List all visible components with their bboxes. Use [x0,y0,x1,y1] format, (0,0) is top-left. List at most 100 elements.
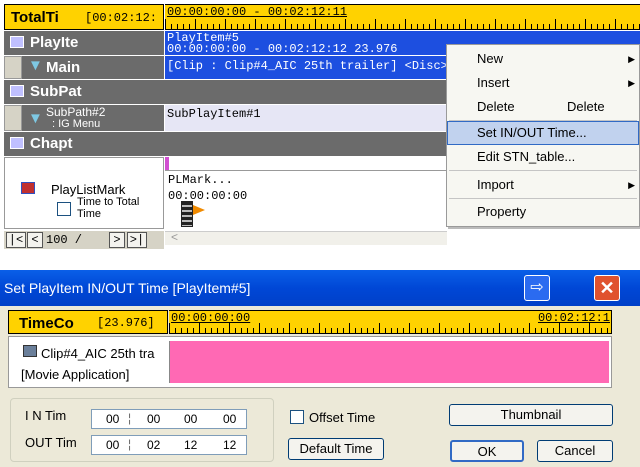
next-page-button[interactable]: > [109,232,125,248]
menu-label: Insert [477,75,510,90]
ruler-tick [603,24,604,29]
ruler-tick [303,24,304,29]
menu-item-new[interactable]: New ▶ [447,47,639,71]
ruler-tick [577,328,578,333]
ruler-tick [165,19,166,29]
ruler-tick [301,328,302,333]
ruler-tick [511,328,512,333]
menu-label: Set IN/OUT Time... [477,125,587,140]
ruler-tick [505,328,506,333]
ruler-tick [195,19,196,29]
ruler-tick [393,24,394,29]
ruler-tick [433,328,434,333]
prev-page-button[interactable]: < [27,232,43,248]
out-seconds[interactable]: 12 [184,438,197,452]
ruler-tick [367,328,368,333]
cancel-button[interactable]: Cancel [537,440,613,462]
mark-area[interactable]: PLMark... 00:00:00:00 [165,170,447,229]
menu-item-delete[interactable]: Delete Delete [447,95,639,119]
ok-button[interactable]: OK [450,440,524,462]
playlistmark-icon [21,182,35,194]
ruler-tick [487,328,488,333]
menu-separator [449,170,637,171]
ruler-tick [483,24,484,29]
ruler-tick [561,24,562,29]
in-frames[interactable]: 00 [223,412,236,426]
ruler-tick [417,24,418,29]
ruler-tick [379,323,380,333]
in-hours[interactable]: 00 [106,412,119,426]
timeline-ruler[interactable]: 00:00:00:00 - 00:02:12:11 [165,4,640,30]
ruler-tick [249,24,250,29]
ruler-tick [373,328,374,333]
out-time-field[interactable]: 00 ¦ 02 12 12 [91,435,247,455]
ruler-ticks [169,323,612,333]
track-header-playitem[interactable]: PlayIte [4,31,164,55]
menu-separator [449,198,637,199]
ruler-tick [333,24,334,29]
menu-item-property[interactable]: Property [447,200,639,224]
scroll-left-arrow[interactable]: < [171,230,178,244]
ruler-tick [297,24,298,29]
ruler-tick [519,24,520,29]
track-label: PlayIte [30,34,79,51]
ruler-tick [397,328,398,333]
time-to-total-checkbox[interactable] [57,202,71,216]
ruler-tick [265,328,266,333]
ruler-tick [423,24,424,29]
expand-icon[interactable] [10,85,24,97]
ruler-tick [213,24,214,29]
ruler-tick [289,323,290,333]
restore-window-icon[interactable]: ⇨ [524,275,550,301]
dialog-ruler[interactable]: 00:00:00:00 00:02:12:1 [169,310,612,334]
ruler-tick [247,328,248,333]
in-time-field[interactable]: 00 ¦ 00 00 00 [91,409,247,429]
thumbnail-button[interactable]: Thumbnail [449,404,613,426]
in-minutes[interactable]: 00 [147,412,160,426]
playitem-range: 00:00:00:00 - 00:02:12:12 23.976 [167,42,398,56]
triangle-down-icon: ▼ [28,57,43,74]
ruler-tick [465,19,466,29]
mark-cursor [165,157,169,171]
track-header-main[interactable]: ▼ Main [22,56,164,79]
ruler-tick [447,24,448,29]
menu-item-import[interactable]: Import ▶ [447,173,639,197]
offset-time-checkbox[interactable] [290,410,304,424]
last-page-button[interactable]: >| [127,232,147,248]
ruler-tick [439,323,440,333]
ruler-tick [343,328,344,333]
ruler-tick [255,19,256,29]
flag-icon [193,205,205,215]
film-strip-icon[interactable] [181,201,193,227]
ruler-tick [457,328,458,333]
ruler-tick [381,24,382,29]
horizontal-scrollbar[interactable]: < [165,230,447,245]
ruler-tick [369,24,370,29]
clip-icon [23,345,37,357]
menu-item-edit-stn-table[interactable]: Edit STN_table... [447,145,639,169]
ruler-tick [499,323,500,333]
ruler-tick [307,328,308,333]
field-divider: ¦ [128,437,132,451]
ruler-tick [591,24,592,29]
menu-item-set-in-out-time[interactable]: Set IN/OUT Time... [447,121,639,145]
out-minutes[interactable]: 02 [147,438,160,452]
track-sublabel: : IG Menu [52,118,101,130]
ruler-tick [243,24,244,29]
clip-segment[interactable] [169,341,609,383]
expand-icon[interactable] [10,137,24,149]
out-hours[interactable]: 00 [106,438,119,452]
in-seconds[interactable]: 00 [184,412,197,426]
ruler-tick [331,328,332,333]
ruler-tick [357,24,358,29]
menu-item-insert[interactable]: Insert ▶ [447,71,639,95]
default-time-button[interactable]: Default Time [288,438,384,460]
ruler-tick [391,328,392,333]
ruler-tick [525,19,526,29]
ruler-tick [531,24,532,29]
close-icon[interactable]: ✕ [594,275,620,301]
track-header-subpath2[interactable]: ▼ SubPath#2 : IG Menu [22,105,164,131]
out-frames[interactable]: 12 [223,438,236,452]
expand-icon[interactable] [10,36,24,48]
first-page-button[interactable]: |< [6,232,26,248]
